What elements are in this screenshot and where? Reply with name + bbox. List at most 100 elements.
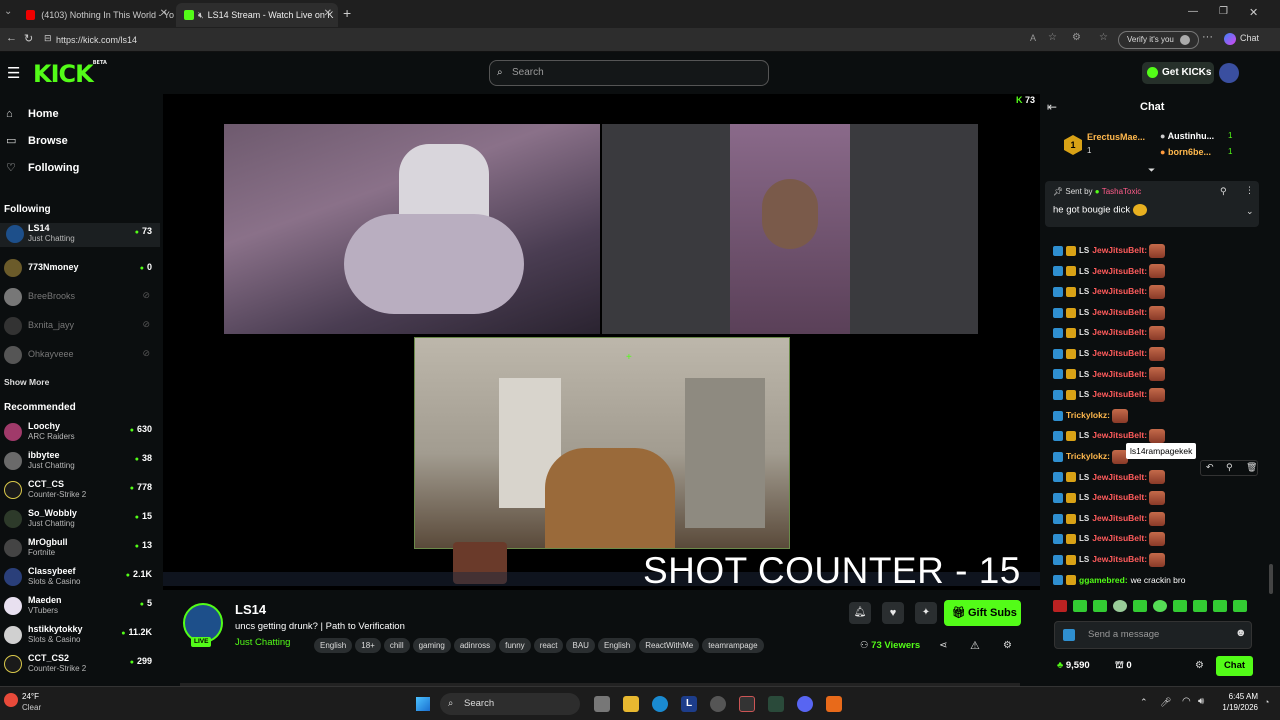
app-icon[interactable] [826, 696, 842, 712]
pinned-sender[interactable]: TashaToxic [1102, 187, 1142, 196]
sidebar-channel-breebrooks[interactable]: BreeBrooks ⊘ [4, 286, 156, 308]
sidebar-channel-bxnita[interactable]: Bxnita_jayy ⊘ [4, 315, 156, 337]
scrollbar[interactable] [1266, 94, 1280, 684]
more-menu-icon[interactable]: ··· [1202, 31, 1213, 43]
emoji-icon[interactable]: ☻ [1235, 627, 1247, 639]
show-more-link[interactable]: Show More [4, 377, 49, 387]
pin-message-icon[interactable]: ⚲ [1226, 462, 1233, 473]
chat-username[interactable]: JewJitsuBelt: [1092, 286, 1147, 296]
tab-list-icon[interactable]: ⌄ [4, 6, 12, 17]
sidebar-channel-cct-cs2[interactable]: CCT_CS2 Counter-Strike 2 299 [4, 653, 156, 675]
microphone-icon[interactable]: 🎤︎ [1160, 697, 1171, 708]
leaderboard-user[interactable]: ● Austinhu... [1160, 131, 1214, 141]
send-chat-button[interactable]: Chat [1216, 656, 1253, 676]
sidebar-channel-773nmoney[interactable]: 773Nmoney 0 [4, 257, 156, 279]
chevron-down-icon[interactable]: ⌄ [1246, 206, 1254, 217]
sidebar-channel-cct-cs[interactable]: CCT_CS Counter-Strike 2 778 [4, 479, 156, 501]
leaderboard-user[interactable]: ErectusMae... [1087, 132, 1145, 142]
close-window-icon[interactable]: ✕ [1249, 6, 1258, 19]
sidebar-channel-classybeef[interactable]: Classybeef Slots & Casino 2.1K [4, 566, 156, 588]
chat-username[interactable]: Trickylokz: [1066, 410, 1110, 420]
notification-bell-button[interactable]: 🔔︎ [849, 602, 871, 624]
nav-following[interactable]: ♡ Following [6, 161, 79, 174]
verify-profile-button[interactable]: Verify it's you [1118, 31, 1200, 49]
report-icon[interactable]: ⚠ [970, 639, 980, 652]
emote-icon[interactable] [1113, 600, 1127, 612]
chat-username[interactable]: JewJitsuBelt: [1092, 513, 1147, 523]
sidebar-channel-ibbytee[interactable]: ibbytee Just Chatting 38 [4, 450, 156, 472]
discord-icon[interactable] [797, 696, 813, 712]
nav-home[interactable]: ⌂ Home [6, 108, 59, 120]
tag[interactable]: adinross [453, 638, 497, 653]
chat-username[interactable]: JewJitsuBelt: [1092, 430, 1147, 440]
read-aloud-icon[interactable]: A [1030, 33, 1036, 43]
emote-icon[interactable] [1133, 600, 1147, 612]
emote-icon[interactable] [1093, 600, 1107, 612]
emote-icon[interactable] [1053, 600, 1067, 612]
emote-icon[interactable] [1173, 600, 1187, 612]
copilot-chat-label[interactable]: Chat [1240, 33, 1259, 43]
pin-icon[interactable]: ⚲ [1220, 186, 1227, 197]
chat-username[interactable]: JewJitsuBelt: [1092, 369, 1147, 379]
muted-speaker-icon[interactable]: 🔇︎ [198, 10, 204, 21]
chat-input[interactable]: Send a message ☻ [1054, 621, 1252, 649]
scrollbar-thumb[interactable] [1269, 564, 1273, 594]
chat-username[interactable]: JewJitsuBelt: [1092, 348, 1147, 358]
follow-button[interactable]: ♥ [882, 602, 904, 624]
sidebar-channel-loochy[interactable]: Loochy ARC Raiders 630 [4, 421, 156, 443]
volume-icon[interactable]: 🔊︎ [1198, 696, 1204, 707]
windows-start-icon[interactable] [416, 697, 430, 711]
sidebar-channel-hstikkytokky[interactable]: hstikkytokky Slots & Casino 11.2K [4, 624, 156, 646]
site-info-icon[interactable]: ⊟ [44, 33, 52, 44]
user-avatar[interactable] [1219, 63, 1239, 83]
app-icon[interactable] [768, 696, 784, 712]
copilot-icon[interactable] [1224, 33, 1236, 45]
edge-icon[interactable] [652, 696, 668, 712]
chat-username[interactable]: JewJitsuBelt: [1092, 472, 1147, 482]
new-tab-icon[interactable]: + [343, 5, 351, 21]
task-view-icon[interactable] [594, 696, 610, 712]
channel-name[interactable]: LS14 [235, 602, 266, 617]
gift-count[interactable]: ⛫ 0 [1115, 660, 1132, 672]
clock-date[interactable]: 1/19/2026 [1214, 703, 1258, 712]
sidebar-channel-so-wobbly[interactable]: So_Wobbly Just Chatting 15 [4, 508, 156, 530]
video-player[interactable]: + SHOT COUNTER - 15 K 73 [163, 94, 1040, 591]
tag[interactable]: gaming [412, 638, 451, 653]
app-icon[interactable] [710, 696, 726, 712]
chat-username[interactable]: JewJitsuBelt: [1092, 327, 1147, 337]
chat-username[interactable]: JewJitsuBelt: [1092, 492, 1147, 502]
minimize-icon[interactable]: — [1188, 6, 1198, 17]
tag[interactable]: 18+ [355, 638, 381, 653]
tag[interactable]: teamrampage [702, 638, 764, 653]
extensions-icon[interactable]: ⚙ [1072, 32, 1081, 43]
wifi-icon[interactable]: ◠ [1182, 696, 1191, 707]
tab-youtube[interactable]: (4103) Nothing In This World - Yo ✕ [18, 3, 174, 27]
back-icon[interactable]: ← [6, 32, 17, 44]
user-settings-icon[interactable]: ⚙ [1003, 640, 1012, 651]
delete-icon[interactable]: 🗑︎ [1246, 462, 1257, 473]
notification-icon[interactable]: ◔ [1264, 697, 1269, 707]
stream-category[interactable]: Just Chatting [235, 637, 290, 648]
chat-username[interactable]: Trickylokz: [1066, 451, 1110, 461]
chat-username[interactable]: JewJitsuBelt: [1092, 389, 1147, 399]
sidebar-channel-maeden[interactable]: Maeden VTubers 5 [4, 595, 156, 617]
tag[interactable]: BAU [566, 638, 595, 653]
nav-browse[interactable]: ▭ Browse [6, 134, 68, 147]
hamburger-menu-icon[interactable]: ☰ [7, 64, 20, 82]
gift-subs-button[interactable]: 🎁︎ Gift Subs [944, 600, 1021, 626]
emote-icon[interactable] [1233, 600, 1247, 612]
kick-logo[interactable]: KICKBETA [33, 60, 107, 88]
search-input[interactable]: ⌕ Search [489, 60, 769, 86]
chat-username[interactable]: JewJitsuBelt: [1092, 533, 1147, 543]
tab-kick[interactable]: 🔇︎ LS14 Stream - Watch Live on K ✕ [176, 3, 338, 27]
sidebar-channel-ls14[interactable]: LS14 Just Chatting 73 [0, 223, 160, 247]
collapse-chat-icon[interactable]: ⇤ [1047, 100, 1057, 114]
get-kicks-button[interactable]: Get KICKs [1142, 62, 1214, 84]
leaderboard-user[interactable]: ● born6be... [1160, 147, 1211, 157]
chat-username[interactable]: JewJitsuBelt: [1092, 266, 1147, 276]
maximize-icon[interactable]: ❐ [1219, 6, 1228, 17]
boost-button[interactable]: ✦ [915, 602, 937, 624]
tray-overflow-icon[interactable]: ⌃ [1140, 697, 1148, 708]
obs-icon[interactable] [739, 696, 755, 712]
clock-time[interactable]: 6:45 AM [1222, 692, 1258, 701]
